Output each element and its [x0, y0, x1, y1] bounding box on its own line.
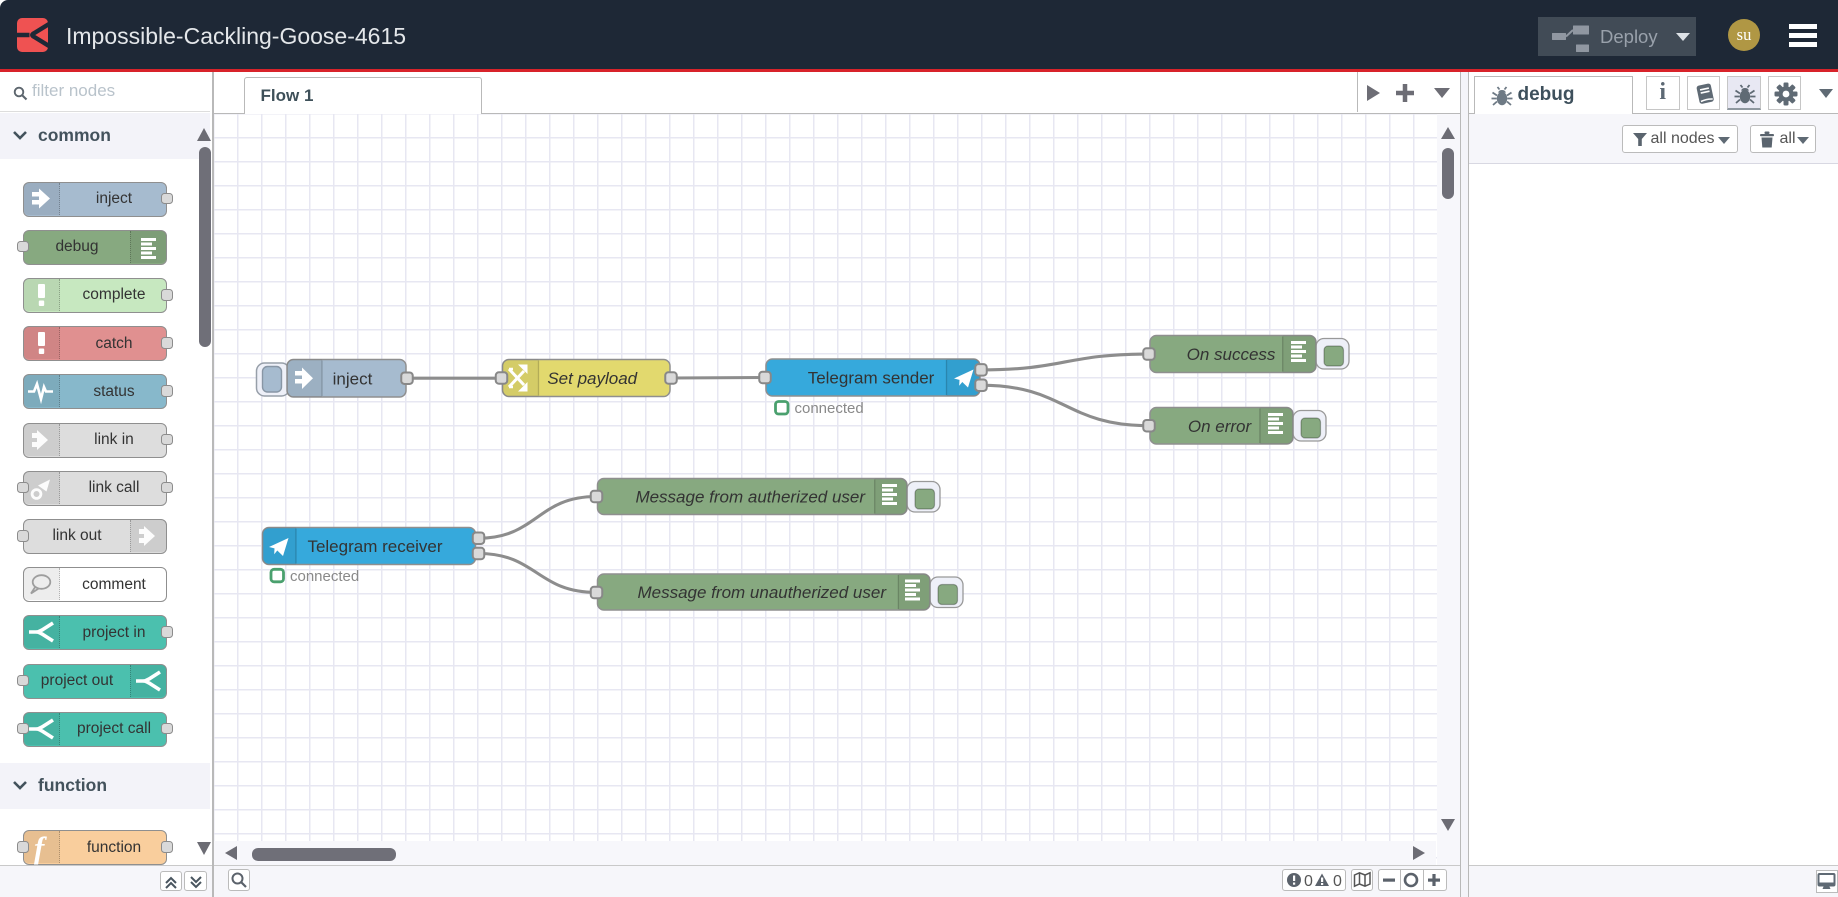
svg-text:Message from autherized user: Message from autherized user — [635, 488, 866, 507]
svg-text:0: 0 — [1304, 873, 1313, 890]
svg-text:connected: connected — [795, 400, 864, 417]
svg-text:On error: On error — [1188, 417, 1253, 436]
svg-text:Set payload: Set payload — [547, 369, 637, 388]
svg-text:0: 0 — [1333, 873, 1342, 890]
svg-text:Telegram receiver: Telegram receiver — [307, 537, 442, 556]
svg-text:On success: On success — [1187, 345, 1276, 364]
svg-text:Telegram sender: Telegram sender — [808, 369, 935, 388]
svg-text:inject: inject — [333, 369, 373, 388]
svg-text:Message from unautherized user: Message from unautherized user — [637, 583, 887, 602]
svg-text:connected: connected — [290, 568, 359, 585]
svg-text:f: f — [34, 831, 47, 865]
